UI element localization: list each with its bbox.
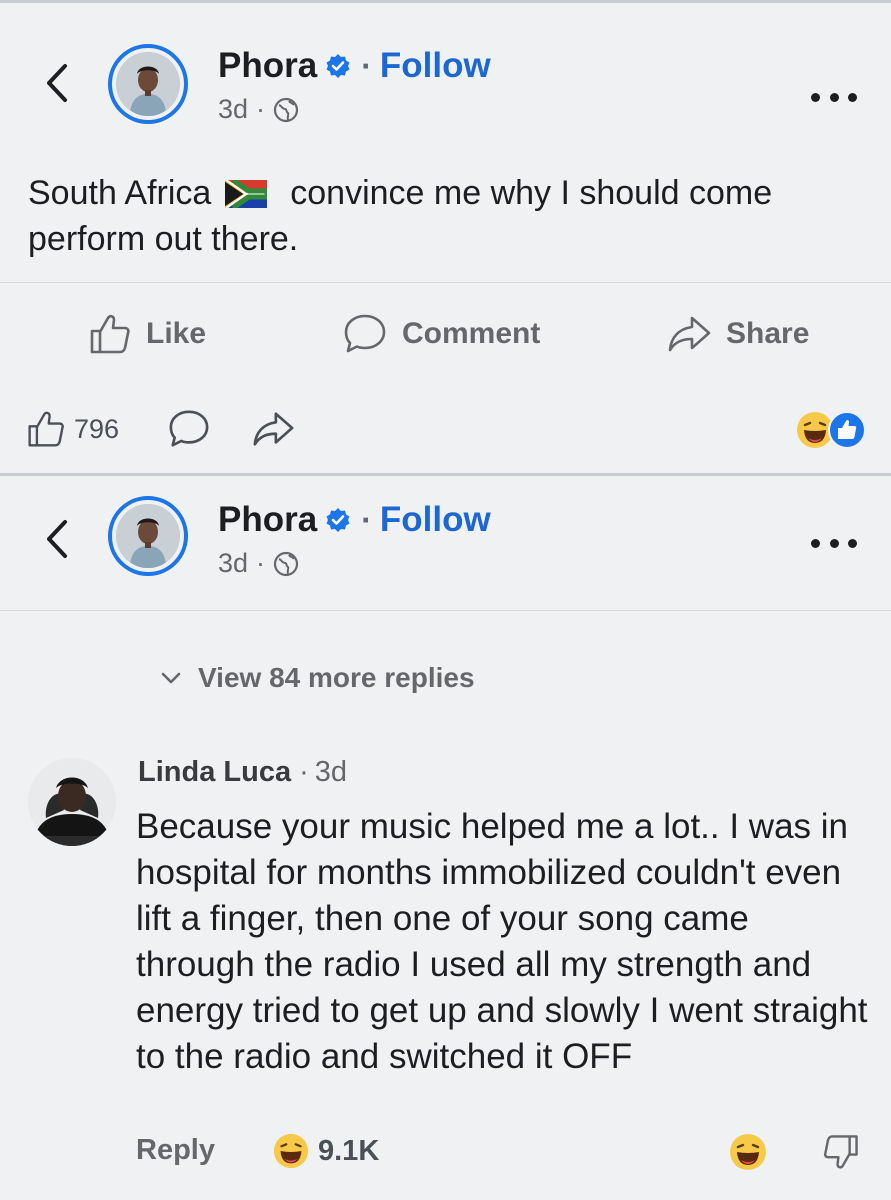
comment-bubble-icon[interactable] (167, 408, 211, 450)
dot (848, 92, 857, 102)
globe-icon (273, 97, 299, 122)
separator-dot: · (361, 501, 372, 538)
view-more-replies-label: View 84 more replies (198, 662, 475, 693)
author-line: Phora · Follow (218, 46, 491, 86)
dot (829, 92, 839, 102)
author-name[interactable]: Phora (218, 46, 317, 86)
post-text: South Africa convince me why I should co… (28, 170, 878, 262)
south-africa-flag-icon (224, 180, 267, 208)
comment-actions: Reply 9.1K (136, 1132, 866, 1172)
reaction-count: 9.1K (318, 1134, 380, 1167)
share-arrow-icon (668, 316, 711, 352)
dot (811, 92, 820, 102)
laughing-emoji-icon (273, 1133, 309, 1169)
separator-dot: · (361, 47, 372, 84)
verified-badge-icon (326, 508, 350, 532)
post-header: Phora · Follow 3d · (0, 20, 891, 150)
dot (811, 538, 820, 548)
post-age[interactable]: 3d (218, 548, 248, 579)
back-button[interactable] (38, 60, 74, 106)
verified-badge-icon (326, 54, 350, 78)
author-avatar[interactable] (108, 496, 188, 576)
comment-label: Comment (402, 317, 541, 350)
author-avatar[interactable] (108, 44, 188, 124)
like-count-button[interactable]: 796 (26, 409, 119, 449)
comment-bubble-icon (344, 314, 386, 353)
view-more-replies-button[interactable]: View 84 more replies (160, 662, 475, 694)
globe-icon (273, 551, 299, 576)
share-button[interactable]: Share (666, 312, 809, 356)
comment-age[interactable]: 3d (315, 756, 347, 789)
separator-dot: · (256, 548, 266, 578)
reaction-summary[interactable] (795, 410, 867, 450)
thumbs-up-icon (90, 314, 130, 354)
author-name[interactable]: Phora (218, 500, 317, 540)
commenter-name[interactable]: Linda Luca (138, 756, 291, 789)
like-label: Like (146, 317, 207, 350)
thumbs-up-icon (28, 411, 64, 447)
back-button[interactable] (38, 516, 74, 562)
thumbs-down-icon[interactable] (822, 1132, 860, 1172)
commenter-avatar[interactable] (28, 758, 116, 846)
author-line: Phora · Follow (218, 500, 491, 540)
laughing-emoji-icon[interactable] (728, 1132, 768, 1172)
avatar-photo (116, 52, 180, 116)
separator-dot: · (256, 94, 266, 124)
top-divider (0, 0, 891, 3)
like-button[interactable]: Like (88, 312, 206, 356)
like-reaction-icon (828, 411, 866, 449)
avatar-photo (28, 758, 116, 846)
separator-dot: · (299, 756, 309, 788)
comment-reaction-count[interactable]: 9.1K (272, 1132, 379, 1170)
chevron-left-icon (47, 64, 67, 102)
like-count: 796 (74, 413, 120, 444)
dot (829, 538, 839, 548)
dot (848, 538, 857, 548)
post-header: Phora · Follow 3d · (0, 476, 891, 606)
chevron-down-icon (161, 672, 181, 684)
reply-button[interactable]: Reply (136, 1134, 215, 1167)
comment-text: Because your music helped me a lot.. I w… (136, 807, 868, 1076)
post-meta: 3d · (218, 548, 299, 579)
post-age[interactable]: 3d (218, 94, 248, 125)
divider (0, 282, 891, 283)
share-label: Share (726, 317, 810, 350)
engagement-stats: 796 (26, 408, 295, 450)
comment-header: Linda Luca · 3d (138, 756, 347, 789)
divider (0, 610, 891, 611)
follow-button[interactable]: Follow (380, 46, 491, 86)
chevron-left-icon (47, 520, 67, 558)
more-options-button[interactable] (811, 82, 857, 112)
follow-button[interactable]: Follow (380, 500, 491, 540)
post-text-start: South Africa (28, 174, 212, 212)
post-meta: 3d · (218, 94, 299, 125)
share-arrow-icon[interactable] (251, 408, 295, 450)
avatar-photo (116, 504, 180, 568)
comment-button[interactable]: Comment (342, 312, 540, 356)
more-options-button[interactable] (811, 528, 857, 558)
